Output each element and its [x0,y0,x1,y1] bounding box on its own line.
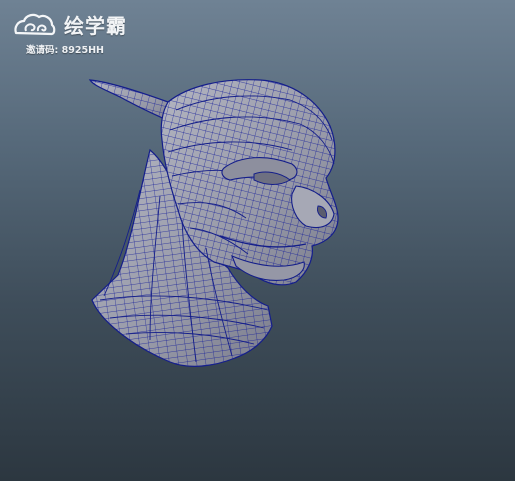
brand-logo: 绘学霸 [12,10,127,39]
watermark: 绘学霸 邀请码: 8925HH [12,10,127,56]
invite-code: 8925HH [61,45,104,56]
3d-viewport[interactable] [0,0,515,481]
brand-name: 绘学霸 [64,14,127,38]
invite-label: 邀请码: [26,45,59,56]
cloud-swirl-logo-icon [14,13,56,35]
creature-head-mesh[interactable] [88,79,339,367]
invite-code-label: 邀请码: 8925HH [26,42,127,56]
